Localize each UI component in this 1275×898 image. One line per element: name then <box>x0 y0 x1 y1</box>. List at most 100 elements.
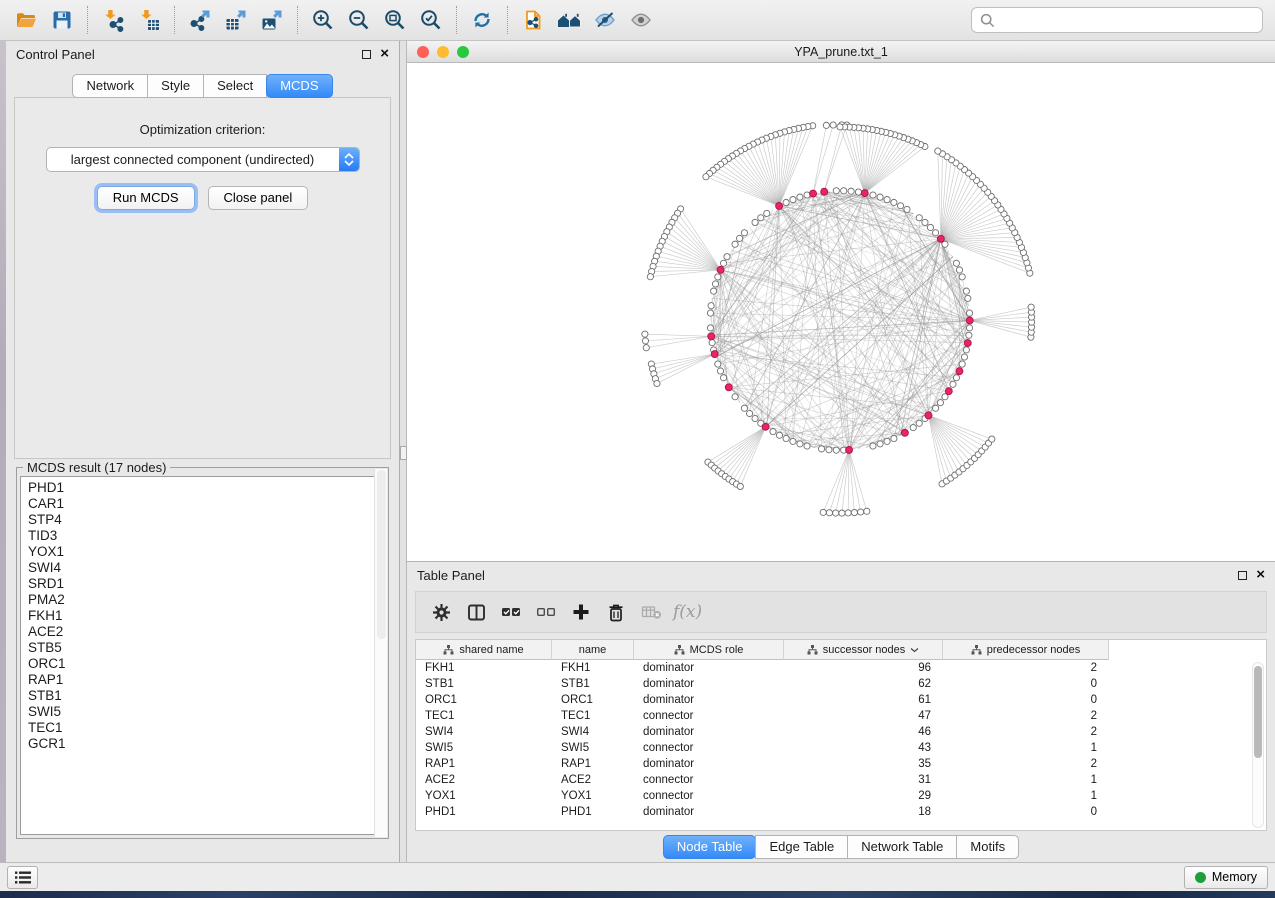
result-list-scrollbar[interactable] <box>374 469 387 837</box>
create-column-button[interactable] <box>568 599 594 625</box>
mcds-result-item[interactable]: STB1 <box>28 688 368 704</box>
cell: FKH1 <box>552 660 634 676</box>
zoom-fit-button[interactable] <box>377 4 413 36</box>
right-column: YPA_prune.txt_1 Table Panel × <box>407 41 1275 862</box>
cell: RAP1 <box>416 756 552 772</box>
close-panel-button[interactable]: Close panel <box>208 186 309 210</box>
select-all-rows-button[interactable] <box>498 599 524 625</box>
cell: dominator <box>634 692 784 708</box>
zoom-selected-button[interactable] <box>413 4 449 36</box>
table-row[interactable]: RAP1RAP1dominator352 <box>416 756 1266 772</box>
mcds-result-item[interactable]: RAP1 <box>28 672 368 688</box>
mcds-result-item[interactable]: TEC1 <box>28 720 368 736</box>
save-session-button[interactable] <box>44 4 80 36</box>
tab-style[interactable]: Style <box>147 74 204 98</box>
refresh-view-button[interactable] <box>464 4 500 36</box>
panel-splitter[interactable] <box>400 41 407 862</box>
show-all-button[interactable] <box>623 4 659 36</box>
toolbar-separator <box>174 6 175 34</box>
column-header-shared-name[interactable]: shared name <box>416 640 552 660</box>
mcds-result-item[interactable]: ORC1 <box>28 656 368 672</box>
float-panel-icon[interactable] <box>362 50 371 59</box>
hide-selected-button[interactable] <box>587 4 623 36</box>
delete-columns-button[interactable] <box>603 599 629 625</box>
column-header-successor-nodes[interactable]: successor nodes <box>784 640 943 660</box>
mcds-result-item[interactable]: TID3 <box>28 528 368 544</box>
network-view[interactable] <box>407 63 1275 561</box>
cell: STB1 <box>552 676 634 692</box>
maximize-window-icon[interactable] <box>457 46 469 58</box>
dropdown-stepper-icon <box>339 147 359 172</box>
node-table: shared namenameMCDS rolesuccessor nodesp… <box>415 639 1267 831</box>
open-file-button[interactable] <box>8 4 44 36</box>
deselect-all-rows-button[interactable] <box>533 599 559 625</box>
clone-network-button[interactable] <box>515 4 551 36</box>
status-bar: Memory <box>0 862 1275 891</box>
table-row[interactable]: YOX1YOX1connector291 <box>416 788 1266 804</box>
import-table-button[interactable] <box>131 4 167 36</box>
table-row[interactable]: STB1STB1dominator620 <box>416 676 1266 692</box>
cell: dominator <box>634 660 784 676</box>
mcds-result-item[interactable]: STB5 <box>28 640 368 656</box>
table-row[interactable]: SWI4SWI4dominator462 <box>416 724 1266 740</box>
mcds-result-item[interactable]: YOX1 <box>28 544 368 560</box>
splitter-handle-icon[interactable] <box>400 446 407 460</box>
export-image-button[interactable] <box>254 4 290 36</box>
close-window-icon[interactable] <box>417 46 429 58</box>
export-table-button[interactable] <box>218 4 254 36</box>
memory-button[interactable]: Memory <box>1184 866 1268 889</box>
cell: 0 <box>943 692 1109 708</box>
table-row[interactable]: FKH1FKH1dominator962 <box>416 660 1266 676</box>
cell: YOX1 <box>552 788 634 804</box>
scrollbar-thumb[interactable] <box>1254 666 1262 758</box>
close-panel-icon[interactable]: × <box>380 49 389 59</box>
minimize-window-icon[interactable] <box>437 46 449 58</box>
mcds-result-item[interactable]: STP4 <box>28 512 368 528</box>
show-columns-button[interactable] <box>463 599 489 625</box>
table-row[interactable]: TEC1TEC1connector472 <box>416 708 1266 724</box>
mcds-result-list[interactable]: PHD1CAR1STP4TID3YOX1SWI4SRD1PMA2FKH1ACE2… <box>20 476 385 835</box>
table-row[interactable]: SWI5SWI5connector431 <box>416 740 1266 756</box>
table-options-button[interactable] <box>428 599 454 625</box>
mcds-result-item[interactable]: PMA2 <box>28 592 368 608</box>
mcds-result-item[interactable]: PHD1 <box>28 480 368 496</box>
sort-arrow-icon <box>910 647 919 653</box>
tab-network[interactable]: Network <box>72 74 148 98</box>
zoom-out-button[interactable] <box>341 4 377 36</box>
import-network-button[interactable] <box>95 4 131 36</box>
column-header-predecessor-nodes[interactable]: predecessor nodes <box>943 640 1109 660</box>
zoom-in-button[interactable] <box>305 4 341 36</box>
tab-mcds[interactable]: MCDS <box>266 74 332 98</box>
tab-edge-table[interactable]: Edge Table <box>755 835 848 859</box>
column-header-name[interactable]: name <box>552 640 634 660</box>
table-row[interactable]: PHD1PHD1dominator180 <box>416 804 1266 820</box>
mcds-result-item[interactable]: CAR1 <box>28 496 368 512</box>
mcds-result-item[interactable]: SRD1 <box>28 576 368 592</box>
table-row[interactable]: ACE2ACE2connector311 <box>416 772 1266 788</box>
run-mcds-button[interactable]: Run MCDS <box>97 186 195 210</box>
mcds-result-item[interactable]: SWI4 <box>28 560 368 576</box>
cell: RAP1 <box>552 756 634 772</box>
eye-slash-icon <box>593 8 617 32</box>
column-header-mcds-role[interactable]: MCDS role <box>634 640 784 660</box>
tab-node-table[interactable]: Node Table <box>663 835 757 859</box>
mcds-result-item[interactable]: ACE2 <box>28 624 368 640</box>
tab-select[interactable]: Select <box>203 74 267 98</box>
mcds-result-item[interactable]: SWI5 <box>28 704 368 720</box>
attribute-type-icon <box>971 645 982 655</box>
table-toolbar: f(x) <box>415 591 1267 633</box>
export-network-button[interactable] <box>182 4 218 36</box>
mcds-result-item[interactable]: FKH1 <box>28 608 368 624</box>
float-table-panel-icon[interactable] <box>1238 571 1247 580</box>
search-input[interactable] <box>1001 13 1254 28</box>
table-scrollbar[interactable] <box>1252 662 1264 828</box>
tab-network-table[interactable]: Network Table <box>847 835 957 859</box>
tab-motifs[interactable]: Motifs <box>956 835 1019 859</box>
mcds-tab-content: Optimization criterion: largest connecte… <box>14 97 391 459</box>
first-neighbors-button[interactable] <box>551 4 587 36</box>
task-history-button[interactable] <box>7 866 38 889</box>
table-row[interactable]: ORC1ORC1dominator610 <box>416 692 1266 708</box>
criterion-dropdown[interactable]: largest connected component (undirected) <box>46 147 360 172</box>
mcds-result-item[interactable]: GCR1 <box>28 736 368 752</box>
close-table-panel-icon[interactable]: × <box>1256 570 1265 580</box>
